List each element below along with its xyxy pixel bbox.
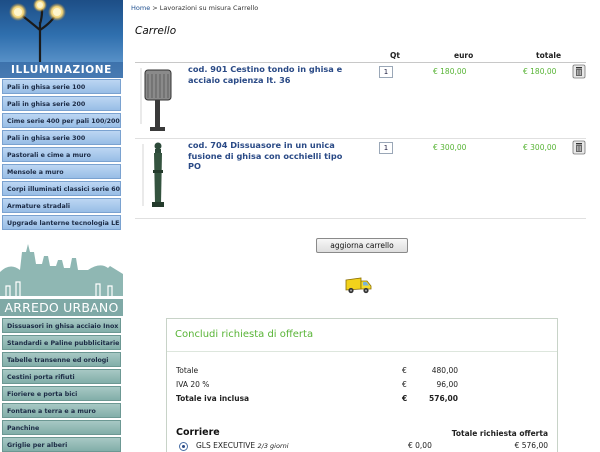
summary-row-total-vat: Totale iva inclusa € 576,00	[176, 394, 556, 405]
total-column-header: totale	[536, 51, 562, 60]
quantity-input[interactable]: 1	[379, 66, 393, 78]
cestino-product-image	[140, 68, 172, 131]
main-content: Home > Lavorazioni su misura Carrello Ca…	[131, 0, 596, 452]
delivery-truck-icon	[345, 277, 372, 294]
summary-label: IVA 20 %	[176, 380, 210, 389]
sidebar-item-griglie[interactable]: Griglie per alberi	[2, 437, 121, 452]
illuminazione-title: ILLUMINAZIONE	[0, 62, 123, 78]
summary-currency: €	[402, 380, 407, 389]
cart-header-row: Qt euro totale	[131, 50, 586, 62]
sidebar-item-standardi[interactable]: Standardi e Paline pubblicitarie	[2, 335, 121, 350]
arredo-menu: Dissuasori in ghisa acciaio Inox Standar…	[0, 318, 123, 452]
cart-item-name[interactable]: cod. 704 Dissuasore in un unica fusione …	[188, 140, 358, 172]
city-skyline-icon	[0, 244, 123, 296]
courier-title: Corriere	[176, 427, 220, 438]
breadcrumb: Home > Lavorazioni su misura Carrello	[131, 4, 258, 12]
sidebar-item-tabelle[interactable]: Tabelle transenne ed orologi	[2, 352, 121, 367]
sidebar-item-upgrade-led[interactable]: Upgrade lanterne tecnologia LED	[2, 215, 121, 230]
sidebar-item-armature[interactable]: Armature stradali	[2, 198, 121, 213]
sidebar-item-corpi-illuminati[interactable]: Corpi illuminati classici serie 600	[2, 181, 121, 196]
summary-row-total: Totale € 480,00	[176, 366, 556, 377]
summary-currency: €	[402, 394, 408, 403]
courier-delivery-time: 2/3 giorni	[257, 442, 289, 450]
trash-icon[interactable]	[572, 64, 586, 79]
sidebar-item-fioriere[interactable]: Fioriere e porta bici	[2, 386, 121, 401]
street-lamp-icon	[9, 0, 66, 62]
sidebar-item-mensole[interactable]: Mensole a muro	[2, 164, 121, 179]
courier-option-row: GLS EXECUTIVE 2/3 giorni € 0,00 € 576,00	[176, 441, 556, 452]
breadcrumb-path: > Lavorazioni su misura Carrello	[150, 4, 259, 12]
offer-grand-total: € 576,00	[514, 441, 548, 450]
summary-value: 576,00	[429, 394, 458, 403]
sidebar-item-pali-300[interactable]: Pali in ghisa serie 300	[2, 130, 121, 145]
cart-row: cod. 901 Cestino tondo in ghisa e acciai…	[131, 64, 591, 139]
arredo-urbano-banner: ARREDO URBANO	[0, 240, 123, 316]
divider	[135, 62, 586, 63]
cart-row: cod. 704 Dissuasore in un unica fusione …	[131, 140, 591, 215]
arredo-urbano-title: ARREDO URBANO	[0, 299, 123, 316]
summary-label: Totale iva inclusa	[176, 394, 250, 403]
sidebar-item-dissuasori[interactable]: Dissuasori in ghisa acciaio Inox	[2, 318, 121, 333]
quantity-input[interactable]: 1	[379, 142, 393, 154]
summary-label: Totale	[176, 366, 199, 375]
sidebar-item-pali-100[interactable]: Pali in ghisa serie 100	[2, 79, 121, 94]
summary-row-vat: IVA 20 % € 96,00	[176, 380, 556, 391]
illuminazione-banner: ILLUMINAZIONE	[0, 0, 123, 78]
summary-currency: €	[402, 366, 407, 375]
sidebar-item-fontane[interactable]: Fontane a terra e a muro	[2, 403, 121, 418]
divider	[135, 138, 586, 139]
courier-header: Corriere Totale richiesta offerta	[176, 427, 556, 439]
divider	[167, 351, 557, 352]
page-title: Carrello	[135, 25, 177, 37]
summary-value: 480,00	[431, 366, 458, 375]
courier-radio-button[interactable]	[179, 442, 188, 451]
trash-icon[interactable]	[572, 140, 586, 155]
offer-request-panel: Concludi richiesta di offerta Totale € 4…	[166, 318, 558, 452]
divider	[135, 218, 586, 219]
summary-value: 96,00	[436, 380, 458, 389]
courier-service: GLS EXECUTIVE	[196, 441, 256, 450]
sidebar-item-cime-400[interactable]: Cime serie 400 per pali 100/200	[2, 113, 121, 128]
breadcrumb-home-link[interactable]: Home	[131, 4, 150, 12]
total-offer-label: Totale richiesta offerta	[451, 429, 548, 438]
line-total: € 180,00	[523, 67, 557, 76]
sidebar-item-pali-200[interactable]: Pali in ghisa serie 200	[2, 96, 121, 111]
courier-name: GLS EXECUTIVE 2/3 giorni	[196, 441, 289, 450]
courier-cost: € 0,00	[408, 441, 432, 450]
qty-column-header: Qt	[390, 51, 400, 60]
unit-price: € 180,00	[433, 67, 467, 76]
sidebar-item-cestini[interactable]: Cestini porta rifiuti	[2, 369, 121, 384]
price-column-header: euro	[454, 51, 474, 60]
offer-title: Concludi richiesta di offerta	[175, 329, 314, 340]
unit-price: € 300,00	[433, 143, 467, 152]
line-total: € 300,00	[523, 143, 557, 152]
illuminazione-menu: Pali in ghisa serie 100 Pali in ghisa se…	[0, 79, 123, 232]
sidebar-item-pastorali[interactable]: Pastorali e cime a muro	[2, 147, 121, 162]
sidebar: ILLUMINAZIONE Pali in ghisa serie 100 Pa…	[0, 0, 123, 452]
update-cart-button[interactable]: aggiorna carrello	[316, 238, 408, 253]
dissuasore-product-image	[142, 142, 164, 207]
sidebar-item-panchine[interactable]: Panchine	[2, 420, 121, 435]
cart-item-name[interactable]: cod. 901 Cestino tondo in ghisa e acciai…	[188, 64, 358, 85]
